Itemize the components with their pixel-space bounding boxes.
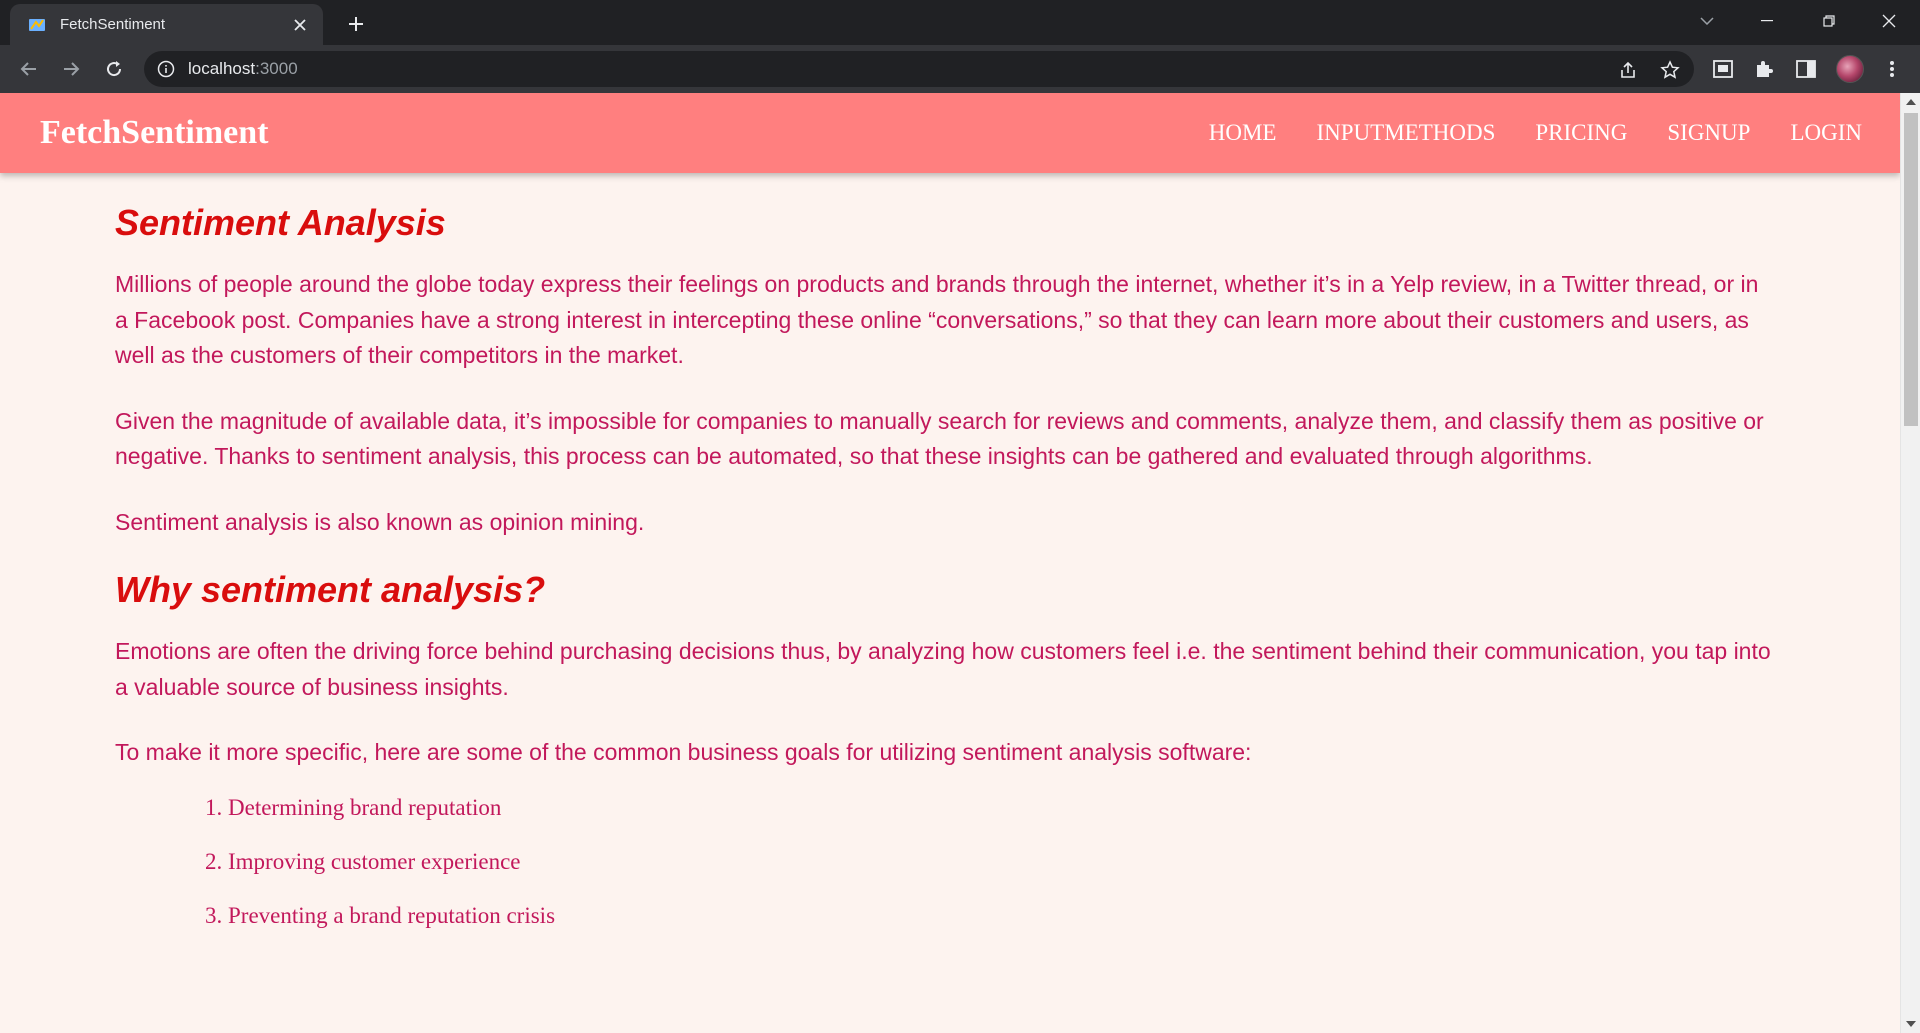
url-text: localhost:3000 bbox=[188, 59, 298, 79]
url-port: :3000 bbox=[255, 59, 298, 78]
restore-icon[interactable] bbox=[1806, 6, 1852, 36]
forward-icon[interactable] bbox=[57, 55, 85, 83]
side-panel-icon[interactable] bbox=[1794, 57, 1818, 81]
goals-list: 1. Determining brand reputation 2. Impro… bbox=[205, 793, 1775, 955]
scroll-down-icon[interactable] bbox=[1901, 1015, 1920, 1033]
main-content: Sentiment Analysis Millions of people ar… bbox=[115, 201, 1775, 955]
tab-search-icon[interactable] bbox=[1684, 6, 1730, 36]
picture-in-picture-icon[interactable] bbox=[1711, 57, 1735, 81]
nav-link-signup[interactable]: SIGNUP bbox=[1667, 119, 1750, 147]
site-navbar: FetchSentiment HOME INPUTMETHODS PRICING… bbox=[0, 93, 1900, 173]
browser-toolbar: localhost:3000 bbox=[0, 45, 1920, 93]
heading-why-sentiment-analysis: Why sentiment analysis? bbox=[115, 569, 546, 610]
url-host: localhost bbox=[188, 59, 256, 78]
nav-link-home[interactable]: HOME bbox=[1209, 119, 1277, 147]
list-item: 1. Determining brand reputation bbox=[205, 794, 502, 820]
paragraph-business-goals: To make it more specific, here are some … bbox=[115, 739, 1252, 765]
paragraph-magnitude: Given the magnitude of available data, i… bbox=[115, 407, 1764, 470]
scrollbar-thumb[interactable] bbox=[1904, 113, 1918, 426]
page-scrollbar[interactable] bbox=[1900, 93, 1920, 1033]
list-item: 2. Improving customer experience bbox=[205, 848, 521, 874]
back-icon[interactable] bbox=[15, 55, 43, 83]
address-bar[interactable]: localhost:3000 bbox=[144, 51, 1694, 87]
site-brand[interactable]: FetchSentiment bbox=[40, 113, 269, 153]
browser-tabstrip: FetchSentiment bbox=[0, 0, 1920, 45]
react-favicon-icon bbox=[26, 14, 48, 36]
nav-links: HOME INPUTMETHODS PRICING SIGNUP LOGIN bbox=[1209, 119, 1862, 147]
extensions-icon[interactable] bbox=[1752, 57, 1776, 81]
paragraph-emotions: Emotions are often the driving force beh… bbox=[115, 638, 1771, 700]
nav-link-pricing[interactable]: PRICING bbox=[1535, 119, 1627, 147]
nav-link-login[interactable]: LOGIN bbox=[1790, 119, 1862, 147]
bookmark-star-icon[interactable] bbox=[1659, 59, 1681, 81]
tab-title: FetchSentiment bbox=[60, 16, 166, 33]
profile-avatar[interactable] bbox=[1836, 55, 1864, 83]
site-info-icon[interactable] bbox=[156, 59, 176, 79]
browser-tab[interactable]: FetchSentiment bbox=[10, 4, 323, 45]
close-tab-icon[interactable] bbox=[289, 14, 311, 36]
new-tab-icon[interactable] bbox=[342, 10, 370, 38]
close-window-icon[interactable] bbox=[1866, 6, 1912, 36]
share-icon[interactable] bbox=[1618, 59, 1640, 81]
list-item: 3. Preventing a brand reputation crisis bbox=[205, 902, 556, 928]
paragraph-intro: Millions of people around the globe toda… bbox=[115, 271, 1759, 368]
more-menu-icon[interactable] bbox=[1880, 57, 1904, 81]
page-viewport: FetchSentiment HOME INPUTMETHODS PRICING… bbox=[0, 93, 1900, 1033]
reload-icon[interactable] bbox=[100, 55, 128, 83]
paragraph-opinion-mining: Sentiment analysis is also known as opin… bbox=[115, 508, 645, 535]
scroll-up-icon[interactable] bbox=[1901, 93, 1920, 111]
heading-sentiment-analysis: Sentiment Analysis bbox=[115, 202, 446, 243]
minimize-icon[interactable] bbox=[1744, 6, 1790, 36]
nav-link-inputmethods[interactable]: INPUTMETHODS bbox=[1316, 119, 1495, 147]
